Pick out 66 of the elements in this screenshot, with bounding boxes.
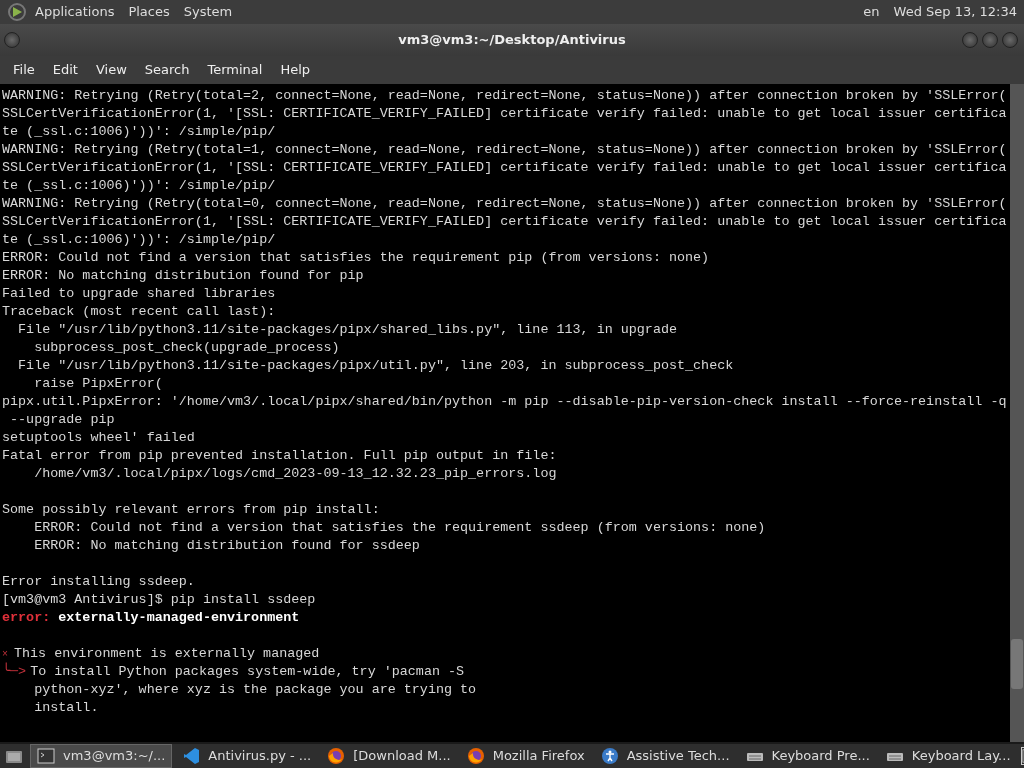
menu-item[interactable]: View <box>86 56 136 84</box>
keyboard-layout[interactable]: en <box>856 0 887 24</box>
terminal-line: Fatal error from pip prevented installation. Full pip output in file: <box>2 447 557 465</box>
terminal-line: Some possibly relevant errors from pip install: <box>2 501 380 519</box>
taskbar-button[interactable]: [Download M... <box>321 744 457 768</box>
terminal-line: te (_ssl.c:1006)'))': /simple/pip/ <box>2 177 276 195</box>
menu-item[interactable]: File <box>4 56 44 84</box>
panel-menu[interactable]: Applications <box>28 0 122 24</box>
terminal-line: ERROR: Could not find a version that satisfies the requirement pip (from versions: none) <box>2 249 710 267</box>
scrollbar-thumb[interactable] <box>1011 639 1023 689</box>
code-editor-icon <box>182 747 201 765</box>
browser-icon <box>466 747 485 765</box>
menu-item[interactable]: Edit <box>43 56 87 84</box>
browser-icon <box>327 747 346 765</box>
taskbar-button[interactable]: Assistive Tech... <box>594 744 736 768</box>
terminal-line: Traceback (most recent call last): <box>2 303 276 321</box>
logo-icon <box>6 2 28 22</box>
taskbar-button[interactable]: Keyboard Pre... <box>739 744 876 768</box>
terminal-line: /home/vm3/.local/pipx/logs/cmd_2023-09-13_12.32.23_pip_errors.log <box>33 465 557 483</box>
terminal-line: File "/usr/lib/python3.11/site-packages/pipx/shared_libs.py", line 113, in upgrade <box>17 321 677 339</box>
taskbar-button[interactable]: Keyboard Lay... <box>879 744 1017 768</box>
terminal-line: subprocess_post_check(upgrade_process) <box>33 339 340 357</box>
terminal-line: WARNING: Retrying (Retry(total=0, connect=None, read=None, redirect=None, status=None)) after connection broken by 'SSLError( <box>2 195 1007 213</box>
scrollbar[interactable] <box>1010 84 1024 742</box>
close-button[interactable] <box>1002 32 1018 48</box>
terminal-line: --upgrade pip <box>9 411 115 429</box>
maximize-button[interactable] <box>982 32 998 48</box>
accessibility-icon <box>600 747 619 765</box>
terminal-line: SSLCertVerificationError(1, '[SSL: CERTIFICATE_VERIFY_FAILED] certificate verify failed: unable to get local issuer certifica <box>2 159 1007 177</box>
terminal-line: install. <box>33 699 99 717</box>
terminal-line: Error installing ssdeep. <box>2 573 195 591</box>
terminal-line: ERROR: No matching distribution found for pip <box>2 267 364 285</box>
panel-menu[interactable]: Places <box>121 0 177 24</box>
menu-item[interactable]: Search <box>135 56 199 84</box>
terminal-line: ERROR: Could not find a version that satisfies the requirement ssdeep (from versions: none) <box>33 519 766 537</box>
clock[interactable]: Wed Sep 13, 12:34 <box>886 0 1024 24</box>
terminal-line: te (_ssl.c:1006)'))': /simple/pip/ <box>2 123 276 141</box>
terminal-line: This environment is externally managed <box>14 646 320 661</box>
error-label: error: <box>2 610 51 625</box>
terminal-line: SSLCertVerificationError(1, '[SSL: CERTIFICATE_VERIFY_FAILED] certificate verify failed: unable to get local issuer certifica <box>2 105 1007 123</box>
terminal-line: raise PipxError( <box>33 375 163 393</box>
taskbar-button[interactable]: vm3@vm3:~/... <box>30 744 173 768</box>
menu-item[interactable]: Terminal <box>198 56 272 84</box>
terminal-line: te (_ssl.c:1006)'))': /simple/pip/ <box>2 231 276 249</box>
terminal-line: pipx.util.PipxError: '/home/vm3/.local/pipx/shared/bin/python -m pip --disable-pip-version-check install --force-reinstall -q <box>2 393 1007 411</box>
error-mark: × <box>2 649 8 660</box>
error-message: externally-managed-environment <box>58 610 300 625</box>
menu-item[interactable]: Help <box>271 56 320 84</box>
taskbar-button[interactable]: Antivirus.py - ... <box>176 744 318 768</box>
minimize-button[interactable] <box>962 32 978 48</box>
terminal-line: WARNING: Retrying (Retry(total=1, connect=None, read=None, redirect=None, status=None)) after connection broken by 'SSLError( <box>2 141 1007 159</box>
terminal-line: python-xyz', where xyz is the package you are trying to <box>33 681 477 699</box>
terminal-line: File "/usr/lib/python3.11/site-packages/pipx/util.py", line 203, in subprocess_post_check <box>17 357 734 375</box>
terminal-line: WARNING: Retrying (Retry(total=2, connect=None, read=None, redirect=None, status=None)) after connection broken by 'SSLError( <box>2 87 1007 105</box>
terminal-line: [vm3@vm3 Antivirus]$ pip install ssdeep <box>2 591 316 609</box>
terminal-line: ERROR: No matching distribution found for ssdeep <box>33 537 420 555</box>
window-menu-button[interactable] <box>4 32 20 48</box>
terminal-line: SSLCertVerificationError(1, '[SSL: CERTIFICATE_VERIFY_FAILED] certificate verify failed: unable to get local issuer certifica <box>2 213 1007 231</box>
panel-menu[interactable]: System <box>176 0 240 24</box>
terminal-line: Failed to upgrade shared libraries <box>2 285 276 303</box>
taskbar-button[interactable]: Mozilla Firefox <box>460 744 591 768</box>
terminal-line: setuptools wheel' failed <box>2 429 195 447</box>
window-title: vm3@vm3:~/Desktop/Antivirus <box>398 31 626 50</box>
hint-arrow: ╰─> <box>2 664 27 679</box>
terminal-icon <box>37 747 55 765</box>
terminal-line: To install Python packages system-wide, try 'pacman -S <box>30 664 465 679</box>
